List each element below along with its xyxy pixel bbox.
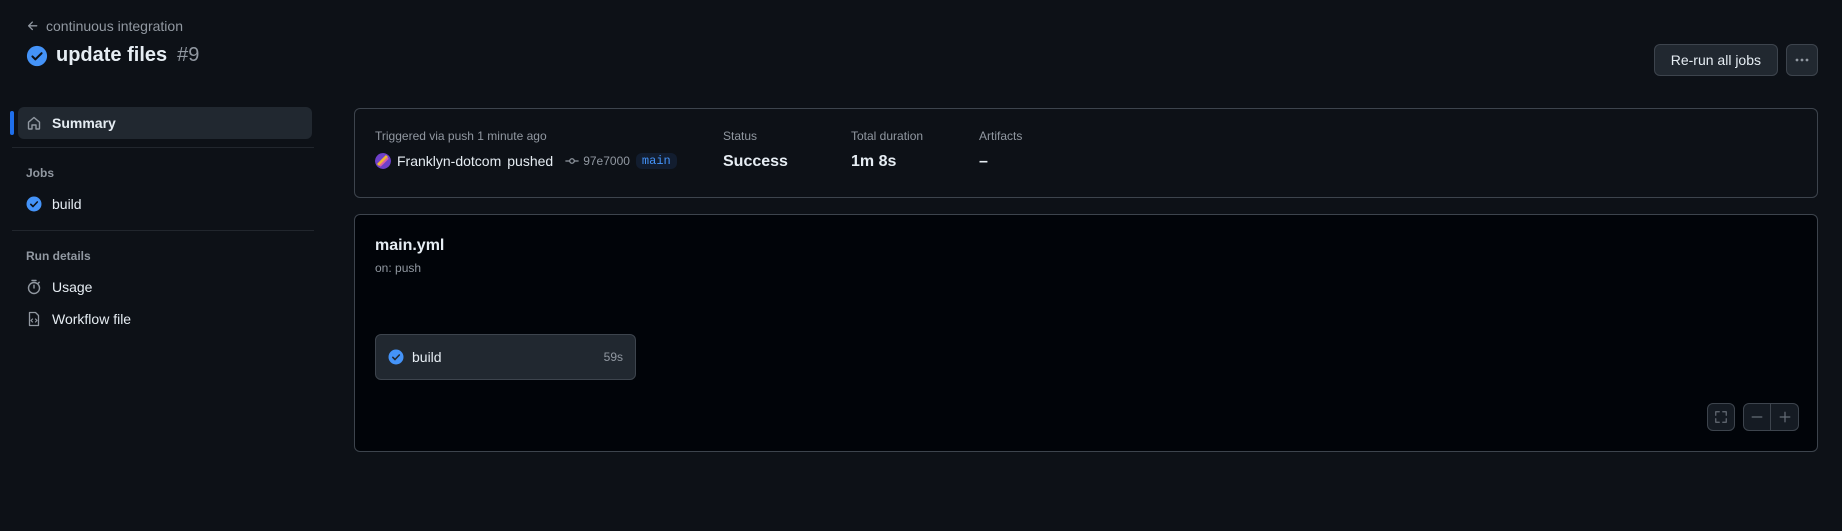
artifacts-value: –	[979, 153, 988, 170]
check-circle-icon	[388, 349, 404, 365]
sidebar-item-summary[interactable]: Summary	[10, 107, 312, 139]
trigger-label: Triggered via push 1 minute ago	[375, 129, 547, 143]
duration-value: 1m 8s	[851, 153, 897, 170]
status-label: Status	[723, 129, 758, 143]
artifacts-column: Artifacts –	[979, 129, 1022, 171]
check-circle-icon	[26, 45, 48, 66]
commit-sha: 97e7000	[583, 154, 630, 168]
run-summary-card: Triggered via push 1 minute ago Franklyn…	[354, 108, 1818, 198]
zoom-out-button[interactable]	[1743, 403, 1771, 431]
plus-icon	[1779, 411, 1790, 423]
divider	[12, 230, 314, 231]
sidebar-item-label: build	[52, 196, 82, 212]
back-link[interactable]: continuous integration	[26, 18, 183, 34]
arrow-left-icon	[27, 21, 38, 31]
actor-name[interactable]: Franklyn-dotcom	[397, 153, 501, 169]
check-circle-icon	[26, 196, 42, 212]
job-node-build[interactable]: build 59s	[375, 334, 636, 380]
duration-label: Total duration	[851, 129, 924, 143]
sidebar-item-label: Workflow file	[52, 311, 132, 327]
trigger-column: Triggered via push 1 minute ago Franklyn…	[375, 129, 677, 169]
sidebar-item-label: Summary	[52, 115, 116, 131]
stopwatch-icon	[27, 279, 41, 295]
run-title: update files #9	[26, 44, 199, 67]
divider	[12, 147, 314, 148]
sidebar-item-workflow-file[interactable]: Workflow file	[12, 303, 314, 335]
duration-column: Total duration 1m 8s	[851, 129, 923, 171]
sidebar-item-label: Usage	[52, 279, 93, 295]
sidebar-item-build[interactable]: build	[12, 188, 314, 220]
commit-link[interactable]: 97e7000	[565, 154, 630, 168]
home-icon	[27, 116, 41, 130]
page-title: update files	[56, 44, 168, 66]
header-actions: Re-run all jobs	[1653, 44, 1818, 76]
sidebar-item-usage[interactable]: Usage	[12, 271, 314, 303]
artifacts-label: Artifacts	[979, 129, 1023, 143]
zoom-controls	[1707, 403, 1799, 431]
workflow-graph: main.yml on: push build 59s	[354, 214, 1818, 452]
jobs-heading: Jobs	[26, 166, 55, 180]
status-value: Success	[723, 153, 788, 170]
status-column: Status Success	[723, 129, 788, 171]
avatar[interactable]	[375, 153, 391, 169]
job-name: build	[412, 349, 442, 365]
file-code-icon	[28, 311, 40, 327]
run-number: #9	[177, 44, 200, 66]
back-link-label: continuous integration	[46, 18, 183, 34]
fullscreen-button[interactable]	[1707, 403, 1735, 431]
rerun-all-jobs-button[interactable]: Re-run all jobs	[1653, 44, 1778, 76]
job-duration: 59s	[603, 350, 623, 364]
push-action: pushed	[507, 153, 554, 169]
git-commit-icon	[565, 158, 579, 164]
more-options-button[interactable]	[1786, 44, 1818, 76]
sidebar: Summary Jobs build Run details Usage Wor…	[10, 107, 314, 335]
screen-full-icon	[1715, 411, 1727, 423]
workflow-file-name[interactable]: main.yml	[375, 237, 444, 255]
dash-icon	[1751, 416, 1763, 418]
kebab-horizontal-icon	[1795, 58, 1809, 62]
zoom-group	[1743, 403, 1799, 431]
run-details-heading: Run details	[26, 249, 91, 263]
branch-label[interactable]: main	[635, 153, 677, 169]
zoom-in-button[interactable]	[1771, 403, 1799, 431]
workflow-trigger: on: push	[375, 261, 422, 275]
trigger-details: Franklyn-dotcom pushed 97e7000 main	[375, 153, 677, 169]
